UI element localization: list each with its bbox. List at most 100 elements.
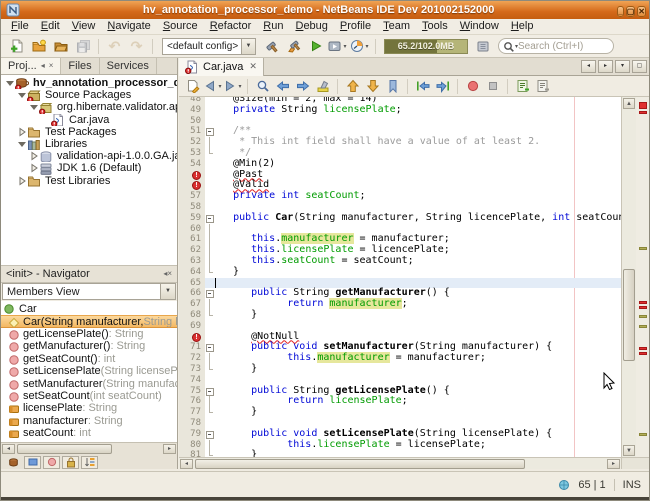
chevron-down-icon[interactable]: ▼ (160, 284, 175, 299)
minimize-panel-icon[interactable]: ◂ (41, 61, 45, 71)
navigator-view-select[interactable]: Members View ▼ (2, 283, 176, 300)
scroll-left-button[interactable]: ◂ (2, 444, 15, 454)
error-stripe-mark[interactable] (639, 352, 647, 355)
expand-open-icon[interactable] (5, 78, 15, 88)
tree-item-source-packages[interactable]: Source Packages (1, 89, 177, 101)
menu-debug[interactable]: Debug (289, 19, 333, 34)
member-getseatcount[interactable]: getSeatCount() : int (1, 353, 177, 365)
member-seatcount[interactable]: seatCount : int (1, 427, 177, 439)
search-icon[interactable] (503, 41, 514, 52)
code-text[interactable]: this.manufacturer = manufacturer; (215, 353, 621, 364)
expand-closed-icon[interactable] (17, 176, 27, 186)
editor-hscrollbar[interactable]: ◂ ▸ (179, 457, 621, 469)
debug-button[interactable]: ▾ (327, 36, 348, 56)
show-non-public-button[interactable] (62, 456, 79, 469)
menu-profile[interactable]: Profile (334, 19, 377, 34)
line-number[interactable]: 69 (179, 321, 205, 332)
scroll-up-button[interactable]: ▲ (623, 98, 635, 109)
menu-source[interactable]: Source (157, 19, 204, 34)
error-stripe-mark[interactable] (639, 347, 647, 350)
error-stripe-mark[interactable] (639, 306, 647, 309)
chevron-down-icon[interactable]: ▼ (241, 39, 255, 54)
menu-navigate[interactable]: Navigate (101, 19, 156, 34)
line-number[interactable]: 77 (179, 407, 205, 418)
tree-item-test-packages[interactable]: Test Packages (1, 126, 177, 138)
tab-proj[interactable]: Proj...◂× (1, 58, 61, 74)
code-fold-marker[interactable] (205, 386, 215, 397)
expand-open-icon[interactable] (17, 90, 27, 100)
search-input[interactable] (518, 41, 609, 52)
find-selection-button[interactable] (253, 78, 272, 95)
tree-item-jdk-1-6--default-[interactable]: JDK 1.6 (Default) (1, 162, 177, 174)
code-text[interactable] (215, 116, 621, 127)
navigator-hscrollbar[interactable]: ◂ ▸ (1, 442, 177, 455)
tree-item-validation-api-1-0-0-ga-jar[interactable]: validation-api-1.0.0.GA.jar (1, 150, 177, 162)
line-number[interactable]: 52 (179, 137, 205, 148)
member-car[interactable]: Car (1, 303, 177, 315)
scroll-left-button[interactable]: ◂ (180, 459, 193, 469)
menu-window[interactable]: Window (454, 19, 505, 34)
line-number[interactable]: 79 (179, 429, 205, 440)
error-stripe[interactable] (636, 97, 649, 457)
tab-files[interactable]: Files (61, 58, 99, 74)
code-fold-marker[interactable] (205, 288, 215, 299)
tree-item-org-hibernate-validator-ap-dem[interactable]: org.hibernate.validator.ap.dem (1, 101, 177, 113)
close-tab-icon[interactable]: ✕ (249, 61, 257, 72)
line-number[interactable]: 71 (179, 342, 205, 353)
line-number[interactable]: 76 (179, 396, 205, 407)
error-gutter-icon[interactable]: ! (179, 332, 205, 343)
line-number[interactable]: 75 (179, 386, 205, 397)
error-gutter-icon[interactable]: ! (179, 170, 205, 181)
code-text[interactable]: } (215, 407, 621, 418)
show-fields-button[interactable] (24, 456, 41, 469)
code-fold-marker[interactable] (205, 429, 215, 440)
line-number[interactable]: 73 (179, 364, 205, 375)
member-getlicenseplate[interactable]: getLicensePlate() : String (1, 328, 177, 340)
line-number[interactable]: 61 (179, 234, 205, 245)
record-macro-button[interactable] (463, 78, 482, 95)
profile-button[interactable]: ▾ (349, 36, 370, 56)
next-occurrence-button[interactable] (293, 78, 312, 95)
code-editor[interactable]: 48 @Size(min = 2, max = 14)49 private St… (179, 97, 621, 457)
menu-run[interactable]: Run (257, 19, 289, 34)
member-carstringmanufacturer[interactable]: Car(String manufacturer, String licenc (1, 315, 177, 327)
line-number[interactable]: 78 (179, 418, 205, 429)
code-text[interactable]: this.licensePlate = licensePlate; (215, 440, 621, 451)
warning-stripe-mark[interactable] (639, 433, 647, 436)
prev-bookmark-button[interactable] (343, 78, 362, 95)
tree-item-car-java[interactable]: Car.java (1, 114, 177, 126)
clean-build-button[interactable] (283, 36, 304, 56)
code-fold-marker[interactable] (205, 126, 215, 137)
comment-button[interactable] (513, 78, 532, 95)
line-number[interactable]: 51 (179, 126, 205, 137)
expand-open-icon[interactable] (29, 102, 39, 112)
code-fold-marker[interactable] (205, 213, 215, 224)
stop-macro-button[interactable] (483, 78, 502, 95)
line-number[interactable]: 66 (179, 288, 205, 299)
code-text[interactable]: public Car(String manufacturer, String l… (215, 213, 621, 224)
last-edit-button[interactable] (183, 78, 202, 95)
gc-button[interactable] (472, 36, 493, 56)
warning-stripe-mark[interactable] (639, 315, 647, 318)
menu-team[interactable]: Team (377, 19, 416, 34)
member-setlicenseplate[interactable]: setLicensePlate(String licensePlate) (1, 365, 177, 377)
close-button[interactable]: ✕ (637, 6, 646, 17)
code-text[interactable]: */ (215, 148, 621, 159)
new-file-button[interactable] (6, 36, 27, 56)
maximize-button[interactable]: ▢ (626, 6, 636, 17)
code-text[interactable]: this.seatCount = seatCount; (215, 256, 621, 267)
tree-item-hv-annotation-processor-dem[interactable]: hv_annotation_processor_dem (1, 77, 177, 89)
line-number[interactable]: 65 (179, 278, 205, 289)
code-text[interactable]: @Past (215, 170, 621, 181)
line-number[interactable]: 72 (179, 353, 205, 364)
line-number[interactable]: 68 (179, 310, 205, 321)
prev-occurrence-button[interactable] (273, 78, 292, 95)
expand-closed-icon[interactable] (29, 151, 39, 161)
line-number[interactable]: 48 (179, 97, 205, 105)
code-text[interactable]: return licensePlate; (215, 396, 621, 407)
code-text[interactable]: } (215, 450, 621, 457)
tree-item-libraries[interactable]: Libraries (1, 138, 177, 150)
code-fold-marker[interactable] (205, 342, 215, 353)
uncomment-button[interactable] (533, 78, 552, 95)
member-setmanufacturer[interactable]: setManufacturer(String manufacturer (1, 377, 177, 389)
